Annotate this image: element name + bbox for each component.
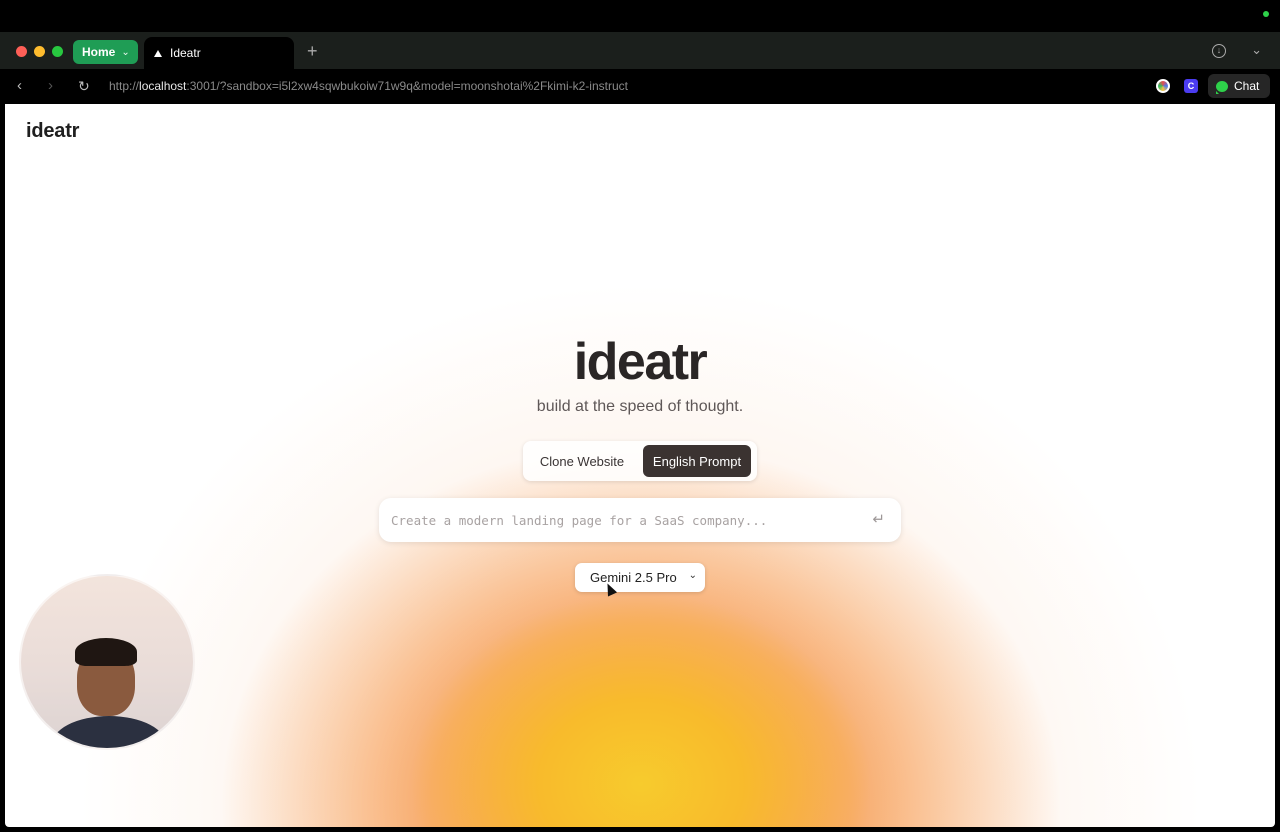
webcam-person-hair [75, 638, 137, 666]
reload-icon[interactable]: ↻ [78, 77, 90, 95]
chat-icon [1216, 80, 1228, 94]
chat-label: Chat [1234, 79, 1260, 93]
prompt-input[interactable] [391, 508, 851, 532]
extension-icon[interactable] [1156, 79, 1170, 93]
system-top-bar [0, 0, 1280, 32]
browser-tab-strip: Home ⌄ Ideatr + ↓ ⌄ [0, 32, 1280, 69]
forward-icon[interactable]: › [48, 77, 53, 95]
prompt-box: ↵ [379, 498, 901, 542]
webcam-overlay [19, 574, 195, 750]
new-tab-button[interactable]: + [307, 41, 318, 61]
tab-ideatr[interactable]: Ideatr [144, 37, 294, 69]
close-window-button[interactable] [16, 46, 27, 57]
tab-list-chevron-icon[interactable]: ⌄ [1251, 42, 1262, 58]
status-dot [1263, 11, 1269, 17]
home-space-button[interactable]: Home ⌄ [73, 40, 138, 64]
back-icon[interactable]: ‹ [17, 77, 22, 95]
model-select[interactable]: Gemini 2.5 Pro ⌄ [575, 563, 705, 592]
extension-c-icon[interactable]: C [1184, 79, 1198, 93]
url-scheme: http:// [109, 79, 140, 93]
home-label: Home [82, 45, 116, 59]
download-icon[interactable]: ↓ [1212, 44, 1226, 58]
url-path: :3001/?sandbox=i5l2xw4sqwbukoiw71w9q&mod… [186, 79, 628, 93]
hero-title: ideatr [573, 333, 708, 391]
model-select-value: Gemini 2.5 Pro [590, 570, 677, 585]
enter-icon[interactable]: ↵ [872, 510, 885, 528]
page-viewport: ideatr ideatr build at the speed of thou… [5, 104, 1275, 827]
browser-address-bar: ‹ › ↻ http://localhost:3001/?sandbox=i5l… [0, 69, 1280, 104]
url-field[interactable]: http://localhost:3001/?sandbox=i5l2xw4sq… [109, 79, 628, 93]
site-favicon-icon [154, 49, 162, 57]
chat-button[interactable]: Chat [1208, 74, 1270, 98]
url-host: localhost [139, 79, 187, 93]
tab-title: Ideatr [170, 46, 201, 60]
mode-toggle: Clone Website English Prompt [523, 441, 757, 481]
hero-subtitle: build at the speed of thought. [536, 398, 744, 415]
brand-logo[interactable]: ideatr [26, 120, 79, 143]
webcam-person-body [51, 716, 167, 748]
clone-website-option[interactable]: Clone Website [529, 445, 635, 477]
minimize-window-button[interactable] [34, 46, 45, 57]
chevron-down-icon: ⌄ [121, 46, 130, 58]
english-prompt-option[interactable]: English Prompt [643, 445, 751, 477]
chevron-down-icon: ⌄ [688, 570, 697, 581]
maximize-window-button[interactable] [52, 46, 63, 57]
